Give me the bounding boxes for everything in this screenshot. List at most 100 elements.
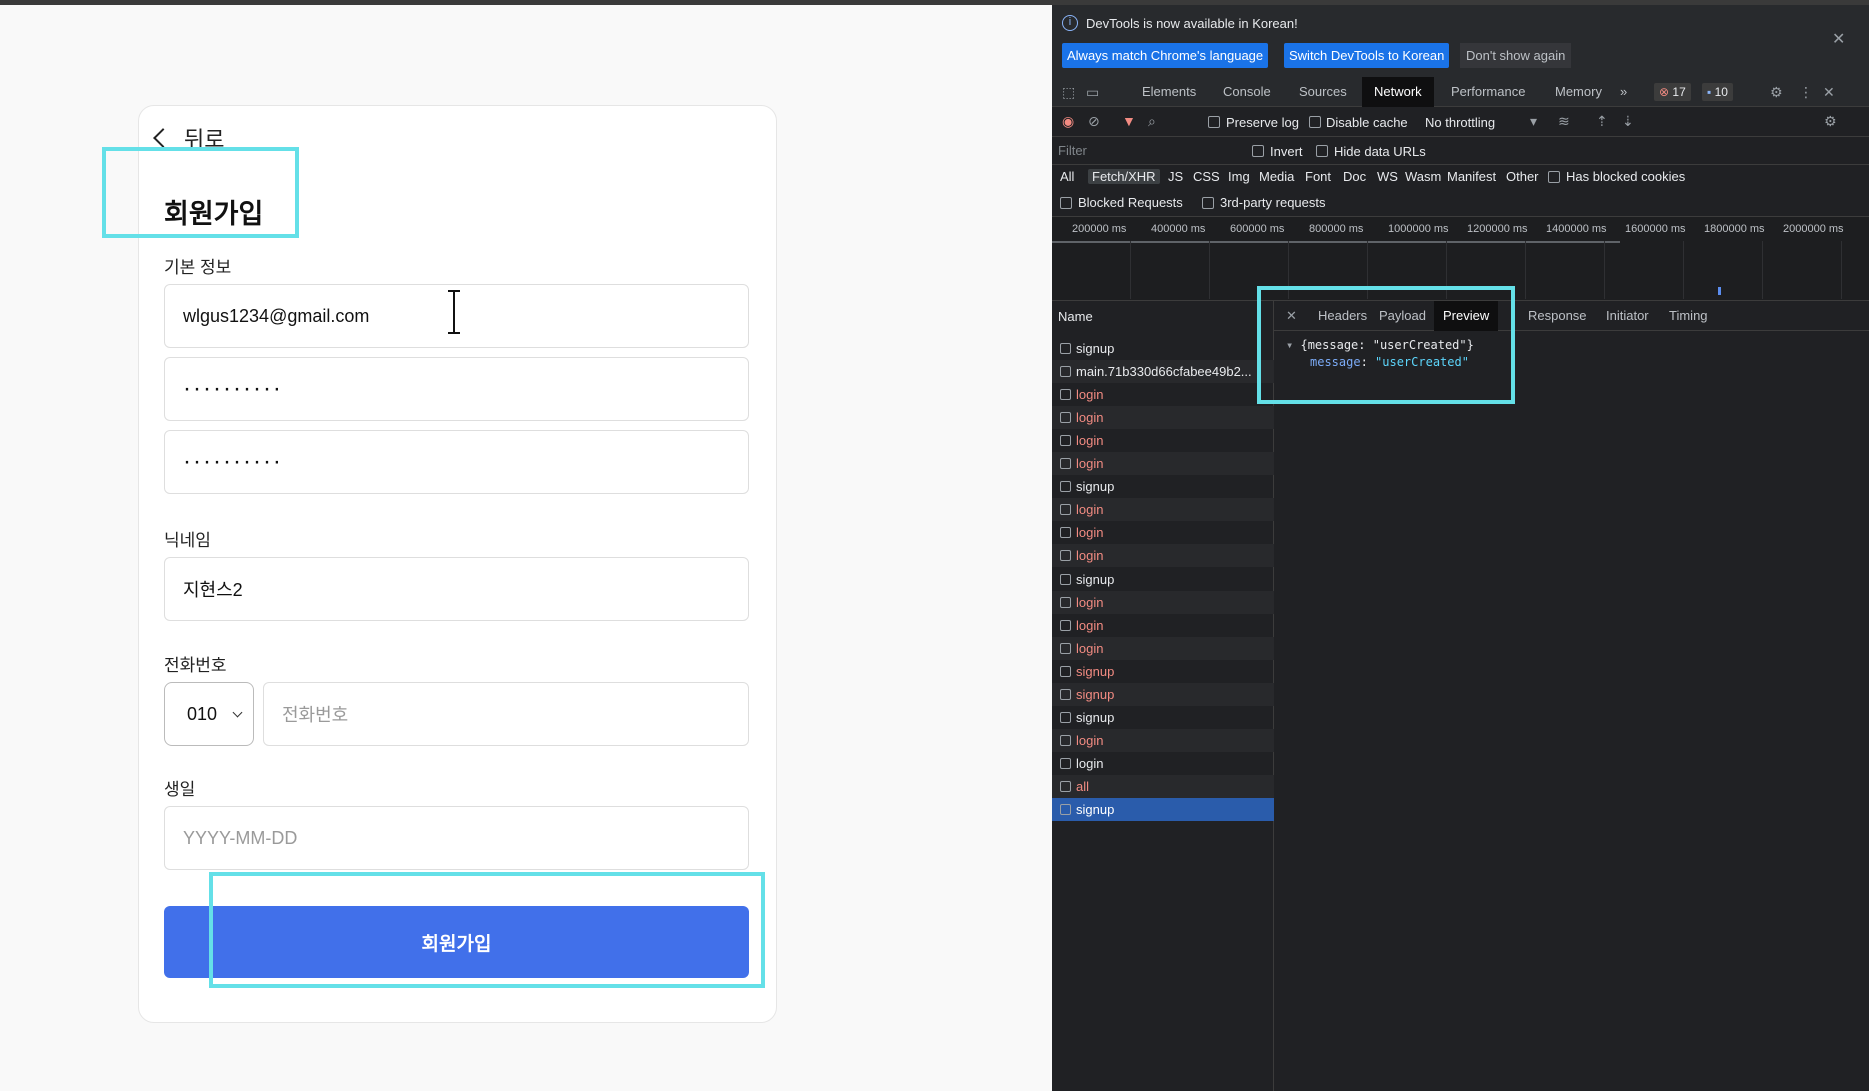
type-js[interactable]: JS [1168,169,1183,184]
device-toolbar-icon[interactable]: ▭ [1086,84,1099,101]
download-icon[interactable]: ⇣ [1622,113,1634,130]
type-wasm[interactable]: Wasm [1405,169,1441,184]
request-row-checkbox[interactable] [1060,711,1071,723]
close-detail-icon[interactable]: ✕ [1286,301,1297,331]
request-row-checkbox[interactable] [1060,573,1071,585]
hide-data-urls-checkbox[interactable] [1316,145,1328,157]
request-row-checkbox[interactable] [1060,596,1071,608]
preview-root[interactable]: ▾ {message: "userCreated"} [1286,338,1474,352]
request-row[interactable]: login [1052,498,1274,522]
error-count-badge[interactable]: ⊗ 17 [1654,83,1691,101]
request-row[interactable]: all [1052,774,1274,798]
name-column-header[interactable]: Name [1058,309,1093,324]
type-other[interactable]: Other [1506,169,1539,184]
phone-prefix-select[interactable]: 010 [164,682,254,746]
request-row[interactable]: login [1052,590,1274,614]
invert-checkbox[interactable] [1252,145,1264,157]
request-row[interactable]: login [1052,544,1274,568]
clear-icon[interactable]: ⊘ [1088,113,1100,130]
request-row[interactable]: login [1052,614,1274,637]
close-infobar-icon[interactable]: ✕ [1832,29,1845,49]
request-row-checkbox[interactable] [1060,458,1071,470]
inspect-element-icon[interactable]: ⬚ [1062,84,1075,101]
tab-elements[interactable]: Elements [1142,77,1196,107]
request-row[interactable]: login [1052,636,1274,660]
request-row[interactable]: signup [1052,475,1274,498]
more-tabs-icon[interactable]: » [1620,77,1627,107]
network-settings-icon[interactable]: ⚙ [1824,113,1837,130]
message-count-badge[interactable]: ▪ 10 [1702,83,1733,101]
request-row-checkbox[interactable] [1060,527,1071,539]
request-row-checkbox[interactable] [1060,757,1071,769]
dtab-response[interactable]: Response [1528,301,1587,331]
dtab-payload[interactable]: Payload [1379,301,1426,331]
request-row[interactable]: signup [1052,682,1274,706]
chevron-down-icon[interactable]: ▾ [1530,113,1537,130]
type-fetch-xhr[interactable]: Fetch/XHR [1088,169,1160,184]
type-css[interactable]: CSS [1193,169,1220,184]
preserve-log-checkbox[interactable] [1208,116,1220,128]
network-timeline[interactable]: 200000 ms 400000 ms 600000 ms 800000 ms 1000… [1052,217,1869,301]
request-row[interactable]: signup [1052,660,1274,683]
nickname-field[interactable]: 지현스2 [164,557,749,621]
request-row[interactable]: login [1052,728,1274,752]
request-row[interactable]: login [1052,752,1274,775]
request-row-checkbox[interactable] [1060,734,1071,746]
tab-memory[interactable]: Memory [1555,77,1602,107]
request-row[interactable]: login [1052,406,1274,430]
type-doc[interactable]: Doc [1343,169,1366,184]
type-all[interactable]: All [1060,169,1074,184]
more-options-icon[interactable]: ⋮ [1799,84,1813,101]
request-row-checkbox[interactable] [1060,642,1071,654]
request-row[interactable]: login [1052,429,1274,452]
request-row[interactable]: signup [1052,337,1274,360]
has-blocked-cookies-checkbox[interactable] [1548,171,1560,183]
request-row[interactable]: signup [1052,706,1274,729]
password-field[interactable]: ·········· [164,357,749,421]
request-row-checkbox[interactable] [1060,688,1071,700]
switch-korean-button[interactable]: Switch DevTools to Korean [1284,43,1450,68]
blocked-requests-checkbox[interactable] [1060,197,1072,209]
dtab-timing[interactable]: Timing [1669,301,1708,331]
throttling-select[interactable]: No throttling [1425,115,1495,130]
gear-icon[interactable]: ⚙ [1770,84,1783,101]
signup-submit-button[interactable]: 회원가입 [164,906,749,978]
record-icon[interactable]: ◉ [1062,113,1074,130]
request-row[interactable]: login [1052,383,1274,406]
type-img[interactable]: Img [1228,169,1250,184]
type-media[interactable]: Media [1259,169,1294,184]
tab-sources[interactable]: Sources [1299,77,1347,107]
request-row-checkbox[interactable] [1060,550,1071,562]
request-row-checkbox[interactable] [1060,343,1071,354]
tab-console[interactable]: Console [1223,77,1271,107]
filter-input[interactable]: Filter [1058,140,1206,162]
tab-network[interactable]: Network [1362,77,1434,107]
filter-icon[interactable]: ▼ [1122,113,1136,129]
request-row-checkbox[interactable] [1060,504,1071,516]
request-row[interactable]: signup [1052,798,1274,821]
request-row-checkbox[interactable] [1060,780,1071,792]
request-row-checkbox[interactable] [1060,481,1071,493]
request-row-checkbox[interactable] [1060,366,1071,378]
request-row-checkbox[interactable] [1060,435,1071,447]
back-button[interactable]: 뒤로 [150,122,224,154]
tab-performance[interactable]: Performance [1451,77,1525,107]
request-row[interactable]: login [1052,521,1274,544]
type-ws[interactable]: WS [1377,169,1398,184]
request-row[interactable]: login [1052,452,1274,476]
third-party-checkbox[interactable] [1202,197,1214,209]
password-confirm-field[interactable]: ·········· [164,430,749,494]
dtab-preview[interactable]: Preview [1434,301,1499,331]
type-manifest[interactable]: Manifest [1447,169,1496,184]
request-row-checkbox[interactable] [1060,619,1071,631]
dtab-headers[interactable]: Headers [1318,301,1367,331]
request-row-checkbox[interactable] [1060,389,1071,401]
search-icon[interactable]: ⌕ [1148,113,1156,130]
request-row[interactable]: signup [1052,568,1274,591]
dont-show-again-button[interactable]: Don't show again [1460,43,1572,68]
close-devtools-icon[interactable]: ✕ [1823,84,1835,101]
upload-icon[interactable]: ⇡ [1596,113,1608,130]
disable-cache-checkbox[interactable] [1309,116,1321,128]
match-language-button[interactable]: Always match Chrome's language [1062,43,1269,68]
request-row-checkbox[interactable] [1060,412,1071,424]
